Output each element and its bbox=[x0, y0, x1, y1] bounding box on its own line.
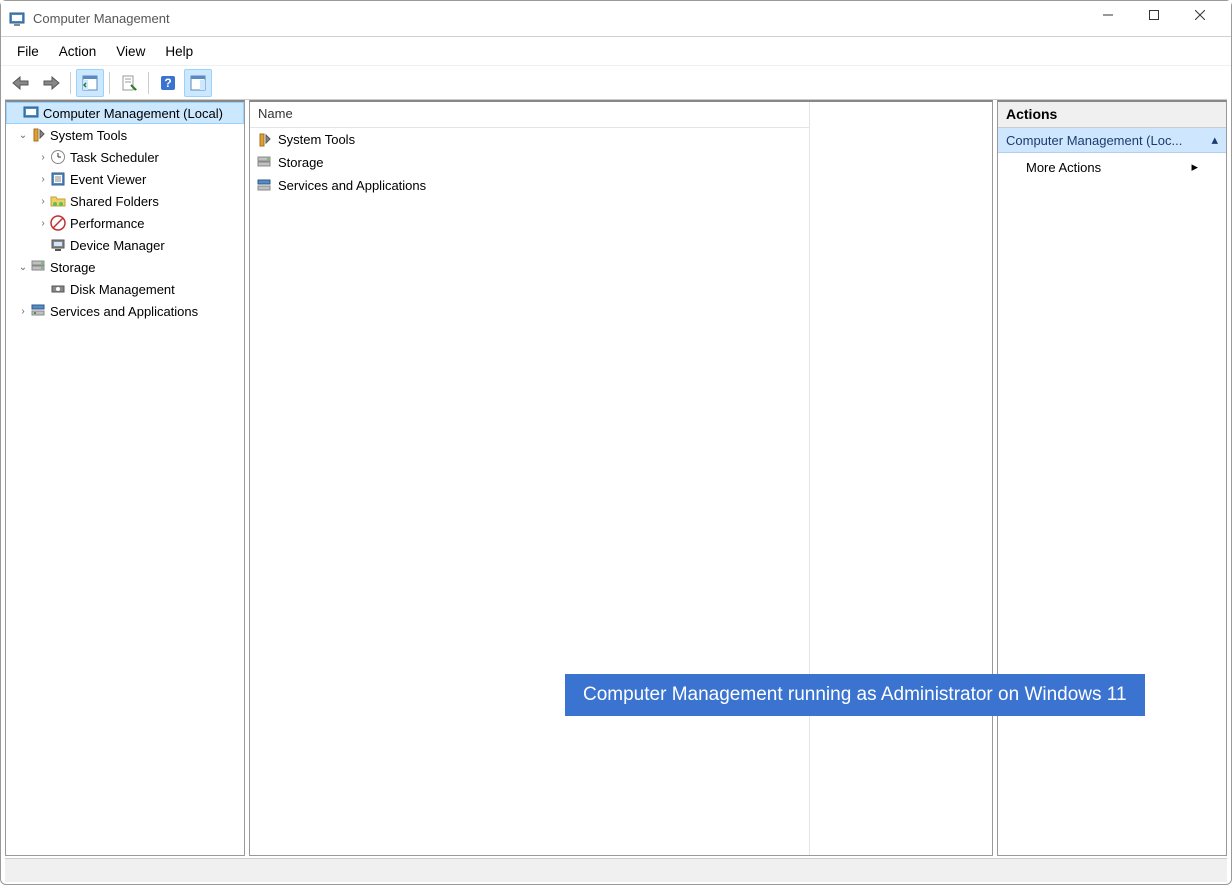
actions-panel: Actions Computer Management (Loc... ▴ Mo… bbox=[997, 100, 1227, 856]
toolbar-separator bbox=[109, 72, 110, 94]
titlebar: Computer Management bbox=[1, 1, 1231, 37]
tree-label: Task Scheduler bbox=[70, 150, 159, 165]
tree-item-event-viewer[interactable]: › Event Viewer bbox=[6, 168, 244, 190]
chevron-right-icon[interactable]: › bbox=[36, 218, 50, 229]
tree-label: Disk Management bbox=[70, 282, 175, 297]
computer-management-icon bbox=[23, 105, 39, 121]
list-item-label: Storage bbox=[278, 155, 324, 170]
list-item-system-tools[interactable]: System Tools bbox=[250, 128, 809, 151]
show-hide-tree-button[interactable] bbox=[76, 69, 104, 97]
list-item-label: Services and Applications bbox=[278, 178, 426, 193]
tree-item-disk-management[interactable]: Disk Management bbox=[6, 278, 244, 300]
menu-file[interactable]: File bbox=[7, 41, 49, 62]
svg-text:?: ? bbox=[164, 76, 171, 90]
event-viewer-icon bbox=[50, 171, 66, 187]
tree-label: Storage bbox=[50, 260, 96, 275]
performance-icon bbox=[50, 215, 66, 231]
chevron-right-icon[interactable]: › bbox=[36, 196, 50, 207]
device-manager-icon bbox=[50, 237, 66, 253]
tree-label: Shared Folders bbox=[70, 194, 159, 209]
tree-label: Services and Applications bbox=[50, 304, 198, 319]
services-apps-icon bbox=[256, 178, 272, 194]
actions-section-label: Computer Management (Loc... bbox=[1006, 133, 1182, 148]
minimize-button[interactable] bbox=[1085, 0, 1131, 33]
back-button[interactable] bbox=[7, 69, 35, 97]
main-content: Computer Management (Local) ⌄ System Too… bbox=[5, 99, 1227, 856]
forward-button[interactable] bbox=[37, 69, 65, 97]
list-header-name[interactable]: Name bbox=[250, 102, 809, 128]
collapse-icon: ▴ bbox=[1211, 132, 1218, 148]
chevron-down-icon[interactable]: ⌄ bbox=[16, 262, 30, 273]
tree-item-system-tools[interactable]: ⌄ System Tools bbox=[6, 124, 244, 146]
actions-more-actions[interactable]: More Actions ▸ bbox=[998, 153, 1226, 181]
chevron-right-icon[interactable]: › bbox=[16, 306, 30, 317]
menu-action[interactable]: Action bbox=[49, 41, 107, 62]
system-tools-icon bbox=[256, 132, 272, 148]
menu-help[interactable]: Help bbox=[155, 41, 203, 62]
actions-item-label: More Actions bbox=[1026, 160, 1101, 175]
statusbar bbox=[5, 858, 1227, 882]
show-hide-action-pane-button[interactable] bbox=[184, 69, 212, 97]
tree-label: Computer Management (Local) bbox=[43, 106, 223, 121]
maximize-button[interactable] bbox=[1131, 0, 1177, 33]
storage-icon bbox=[30, 259, 46, 275]
close-button[interactable] bbox=[1177, 0, 1223, 33]
chevron-down-icon[interactable]: ⌄ bbox=[16, 130, 30, 141]
tree-item-task-scheduler[interactable]: › Task Scheduler bbox=[6, 146, 244, 168]
toolbar: ? bbox=[1, 65, 1231, 99]
tree-item-device-manager[interactable]: Device Manager bbox=[6, 234, 244, 256]
chevron-right-icon[interactable]: › bbox=[36, 152, 50, 163]
list-item-services-apps[interactable]: Services and Applications bbox=[250, 174, 809, 197]
properties-button[interactable] bbox=[115, 69, 143, 97]
toolbar-separator bbox=[148, 72, 149, 94]
list-item-storage[interactable]: Storage bbox=[250, 151, 809, 174]
window-title: Computer Management bbox=[33, 11, 1085, 26]
menubar: File Action View Help bbox=[1, 37, 1231, 65]
shared-folders-icon bbox=[50, 193, 66, 209]
window-controls bbox=[1085, 5, 1223, 33]
storage-icon bbox=[256, 155, 272, 171]
toolbar-separator bbox=[70, 72, 71, 94]
chevron-right-icon[interactable]: › bbox=[36, 174, 50, 185]
clock-icon bbox=[50, 149, 66, 165]
list-column-blank bbox=[810, 102, 992, 855]
tree-item-performance[interactable]: › Performance bbox=[6, 212, 244, 234]
list-panel: Name System Tools Storage Services and A… bbox=[249, 100, 993, 856]
tree-label: Event Viewer bbox=[70, 172, 146, 187]
system-tools-icon bbox=[30, 127, 46, 143]
tree-root[interactable]: Computer Management (Local) bbox=[6, 102, 244, 124]
tree-label: System Tools bbox=[50, 128, 127, 143]
list-column: Name System Tools Storage Services and A… bbox=[250, 102, 810, 855]
menu-view[interactable]: View bbox=[106, 41, 155, 62]
chevron-right-icon: ▸ bbox=[1191, 159, 1198, 175]
tree-item-services-apps[interactable]: › Services and Applications bbox=[6, 300, 244, 322]
tree-item-storage[interactable]: ⌄ Storage bbox=[6, 256, 244, 278]
tree-label: Performance bbox=[70, 216, 144, 231]
list-item-label: System Tools bbox=[278, 132, 355, 147]
tree-label: Device Manager bbox=[70, 238, 165, 253]
app-icon bbox=[9, 11, 25, 27]
actions-header: Actions bbox=[998, 102, 1226, 128]
disk-management-icon bbox=[50, 281, 66, 297]
actions-section[interactable]: Computer Management (Loc... ▴ bbox=[998, 128, 1226, 153]
tree-panel: Computer Management (Local) ⌄ System Too… bbox=[5, 100, 245, 856]
services-apps-icon bbox=[30, 303, 46, 319]
tree-item-shared-folders[interactable]: › Shared Folders bbox=[6, 190, 244, 212]
help-button[interactable]: ? bbox=[154, 69, 182, 97]
caption-banner: Computer Management running as Administr… bbox=[565, 674, 1145, 716]
